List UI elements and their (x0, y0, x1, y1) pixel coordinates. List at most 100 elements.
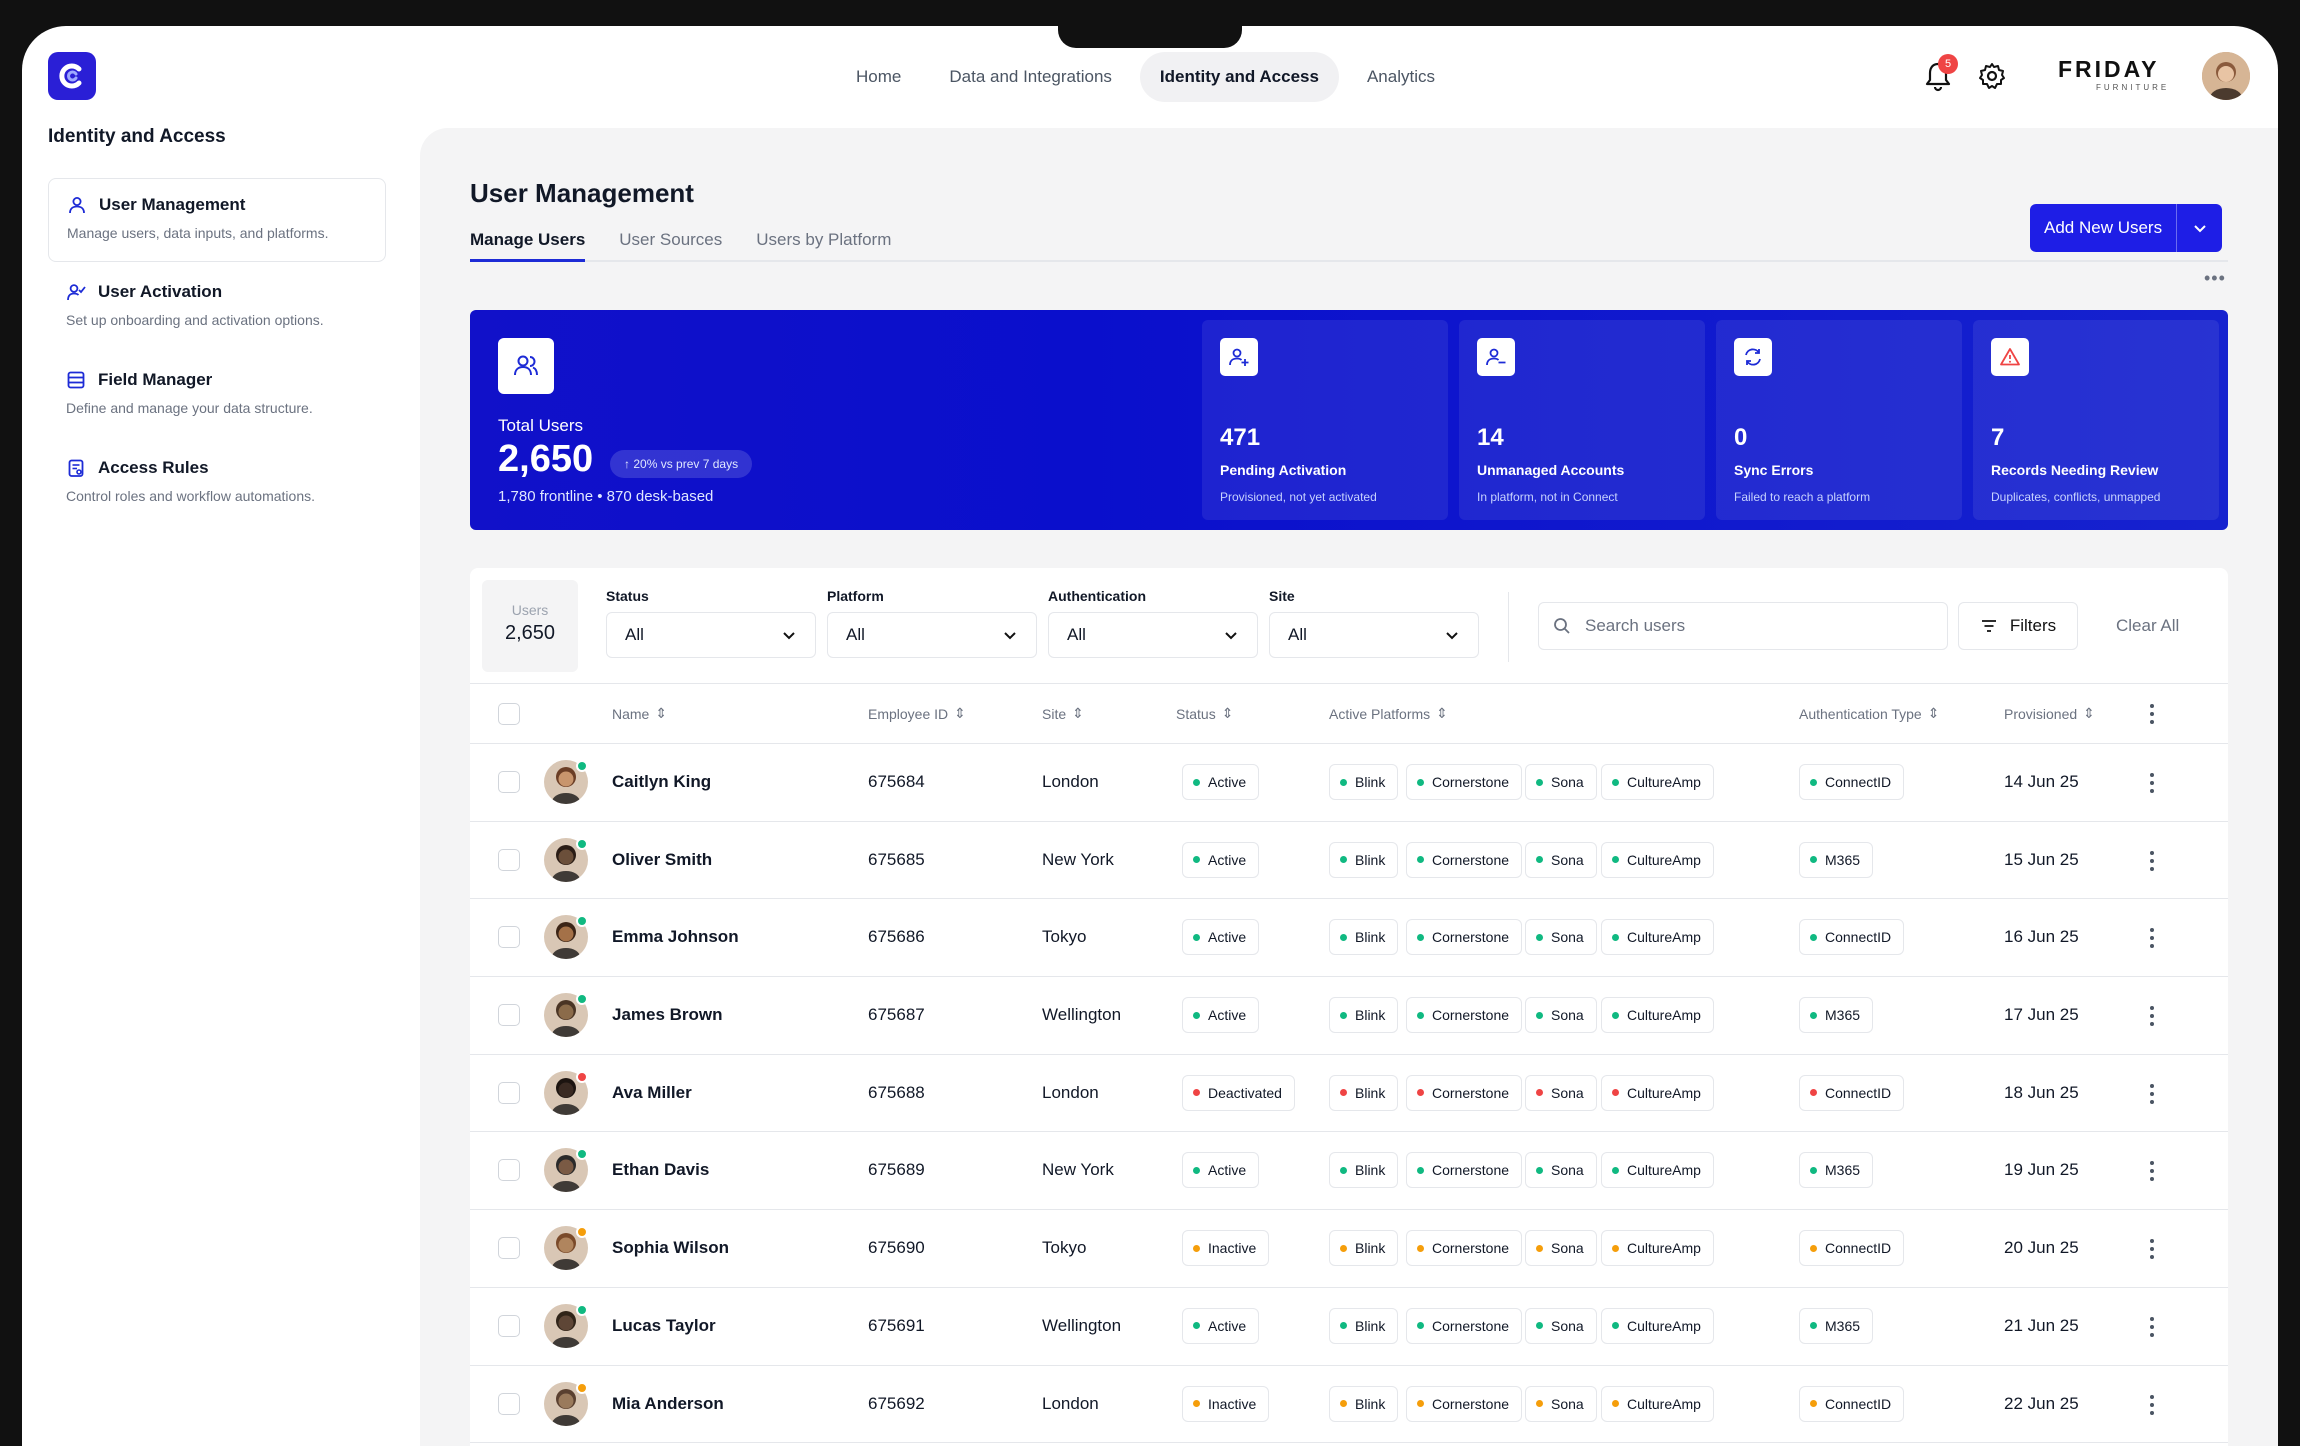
col-label: Authentication Type (1799, 705, 1922, 722)
platform-badge-blink: Blink (1329, 1307, 1399, 1344)
employee-id: 675685 (868, 849, 925, 869)
row-checkbox[interactable] (498, 771, 520, 793)
table-row[interactable]: Sophia Wilson 675690 Tokyo Inactive Blink Cor… (470, 1210, 2228, 1288)
row-checkbox[interactable] (498, 1159, 520, 1182)
row-options-icon[interactable] (2140, 1004, 2164, 1028)
status-select[interactable]: All (606, 612, 816, 658)
row-checkbox[interactable] (498, 1392, 520, 1415)
stat-card-pending-activation[interactable]: 471 Pending Activation Provisioned, not … (1202, 320, 1448, 520)
platform-dot (1340, 856, 1347, 864)
col-active-platforms[interactable]: Active Platforms ⇕ (1329, 705, 1448, 722)
site: New York (1042, 849, 1114, 869)
filter-site: Site All (1269, 588, 1479, 658)
sidebar-item-user-activation[interactable]: User Activation Set up onboarding and ac… (48, 266, 386, 350)
authentication-select[interactable]: All (1048, 612, 1258, 658)
presence-dot (576, 993, 588, 1006)
row-options-icon[interactable] (2140, 771, 2164, 795)
table-row[interactable]: Ethan Davis 675689 New York Active Blink Corn… (470, 1132, 2228, 1211)
column-options-icon[interactable] (2140, 702, 2164, 726)
row-checkbox[interactable] (498, 1314, 520, 1337)
stat-value: 14 (1477, 424, 1504, 451)
tab-users-by-platform[interactable]: Users by Platform (756, 226, 891, 262)
row-checkbox[interactable] (498, 926, 520, 949)
platform-text: Blink (1355, 1240, 1386, 1257)
nav-identity-access[interactable]: Identity and Access (1139, 52, 1339, 102)
user-name[interactable]: Ava Miller (612, 1083, 692, 1103)
col-employee-id[interactable]: Employee ID ⇕ (868, 705, 966, 722)
platform-text: Cornerstone (1432, 929, 1510, 946)
stat-card-records-review[interactable]: 7 Records Needing Review Duplicates, con… (1973, 320, 2219, 520)
select-all-checkbox[interactable] (498, 703, 520, 725)
search-input[interactable] (1585, 616, 1905, 636)
tab-user-sources[interactable]: User Sources (619, 226, 722, 262)
col-site[interactable]: Site ⇕ (1042, 705, 1084, 722)
auth-badge: ConnectID (1799, 1074, 1905, 1111)
platform-text: Blink (1355, 1395, 1386, 1412)
clear-all-link[interactable]: Clear All (2116, 616, 2179, 636)
platform-dot (1612, 1089, 1619, 1097)
row-options-icon[interactable] (2140, 1159, 2164, 1183)
platform-text: CultureAmp (1627, 1162, 1701, 1179)
site-select[interactable]: All (1269, 612, 1479, 658)
row-checkbox[interactable] (498, 1004, 520, 1027)
filters-button[interactable]: Filters (1958, 602, 2078, 650)
platform-text: CultureAmp (1627, 929, 1701, 946)
filter-divider (1508, 592, 1509, 662)
sidebar-item-access-rules[interactable]: Access Rules Control roles and workflow … (48, 442, 386, 526)
table-row[interactable]: James Brown 675687 Wellington Active Blink Co… (470, 977, 2228, 1055)
row-options-icon[interactable] (2140, 1315, 2164, 1339)
add-new-users-label[interactable]: Add New Users (2030, 204, 2176, 252)
sidebar-item-label: Field Manager (98, 370, 213, 389)
row-options-icon[interactable] (2140, 1082, 2164, 1106)
add-users-dropdown-button[interactable] (2176, 204, 2222, 252)
stat-label: Unmanaged Accounts (1477, 462, 1625, 478)
row-checkbox[interactable] (498, 848, 520, 871)
user-avatar[interactable] (2202, 52, 2250, 100)
gear-icon[interactable] (1976, 60, 2008, 92)
nav-analytics[interactable]: Analytics (1347, 52, 1455, 102)
col-authentication-type[interactable]: Authentication Type ⇕ (1799, 705, 1939, 722)
row-checkbox[interactable] (498, 1081, 520, 1104)
table-row[interactable]: Oliver Smith 675685 New York Active Blink Cor… (470, 822, 2228, 900)
platform-text: Cornerstone (1432, 1007, 1510, 1024)
presence-dot (576, 1148, 588, 1161)
col-name[interactable]: Name ⇕ (612, 705, 667, 722)
user-name[interactable]: Sophia Wilson (612, 1238, 729, 1258)
table-row[interactable]: Emma Johnson 675686 Tokyo Active Blink Corner… (470, 899, 2228, 978)
row-checkbox[interactable] (498, 1237, 520, 1260)
tab-manage-users[interactable]: Manage Users (470, 226, 586, 262)
filter-label: Status (606, 588, 649, 604)
user-name[interactable]: Mia Anderson (612, 1394, 724, 1414)
platform-select[interactable]: All (827, 612, 1037, 658)
user-name[interactable]: Caitlyn King (612, 772, 711, 792)
stat-card-unmanaged-accounts[interactable]: 14 Unmanaged Accounts In platform, not i… (1459, 320, 1705, 520)
filters-button-label: Filters (2009, 616, 2057, 635)
add-new-users-button: Add New Users (2030, 204, 2223, 252)
sidebar-item-user-management[interactable]: User Management Manage users, data input… (48, 178, 386, 262)
users-glyph-icon (514, 355, 538, 376)
nav-data-integrations[interactable]: Data and Integrations (929, 52, 1132, 102)
row-options-icon[interactable] (2140, 849, 2164, 873)
table-row[interactable]: Caitlyn King 675684 London Active Blink Corne… (470, 744, 2228, 822)
row-options-icon[interactable] (2140, 926, 2164, 950)
row-options-icon[interactable] (2140, 1393, 2164, 1417)
total-users-breakdown: 1,780 frontline • 870 desk-based (498, 488, 714, 505)
col-provisioned[interactable]: Provisioned ⇕ (2004, 705, 2095, 722)
user-name[interactable]: Oliver Smith (612, 850, 712, 870)
sidebar-item-field-manager[interactable]: Field Manager Define and manage your dat… (48, 354, 386, 438)
platform-badge-cornerstone: Cornerstone (1406, 1230, 1523, 1267)
user-name[interactable]: Ethan Davis (612, 1160, 709, 1180)
stat-card-sync-errors[interactable]: 0 Sync Errors Failed to reach a platform (1716, 320, 1962, 520)
app-logo[interactable] (48, 52, 96, 100)
user-plus-glyph-icon (1229, 348, 1249, 366)
more-options-icon[interactable]: ••• (2204, 268, 2226, 289)
nav-home[interactable]: Home (836, 52, 921, 102)
user-name[interactable]: Emma Johnson (612, 927, 739, 947)
user-name[interactable]: Lucas Taylor (612, 1316, 716, 1336)
row-options-icon[interactable] (2140, 1237, 2164, 1261)
col-status[interactable]: Status ⇕ (1176, 705, 1233, 722)
table-row[interactable]: Lucas Taylor 675691 Wellington Active Blink C… (470, 1288, 2228, 1366)
table-row[interactable]: Ava Miller 675688 London Deactivated Blink Co… (470, 1055, 2228, 1133)
provisioned-date: 17 Jun 25 (2004, 1005, 2079, 1025)
user-name[interactable]: James Brown (612, 1005, 723, 1025)
